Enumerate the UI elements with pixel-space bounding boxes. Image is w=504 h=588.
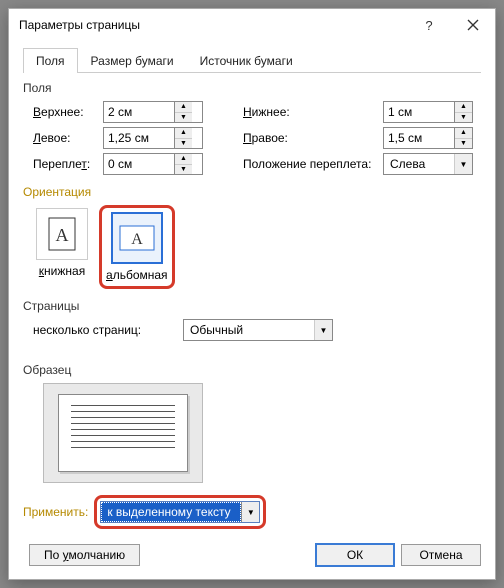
default-button[interactable]: По умолчанию	[29, 544, 140, 566]
group-margins-label: Поля	[23, 81, 481, 95]
ok-button[interactable]: ОК	[315, 543, 395, 567]
group-pages-label: Страницы	[23, 299, 481, 313]
tab-paper[interactable]: Размер бумаги	[78, 48, 187, 73]
right-margin-spinner[interactable]: ▲▼	[383, 127, 473, 149]
chevron-down-icon: ▼	[241, 502, 259, 522]
cancel-button[interactable]: Отмена	[401, 544, 481, 566]
spin-up-icon[interactable]: ▲	[455, 128, 472, 139]
gutter-spinner[interactable]: ▲▼	[103, 153, 203, 175]
orientation-portrait[interactable]: A книжная	[33, 205, 91, 281]
svg-text:A: A	[56, 225, 69, 245]
left-margin-spinner[interactable]: ▲▼	[103, 127, 203, 149]
portrait-icon: A	[48, 217, 76, 251]
spin-up-icon[interactable]: ▲	[175, 102, 192, 113]
gutter-position-value: Слева	[384, 157, 454, 171]
spin-down-icon[interactable]: ▼	[455, 113, 472, 123]
right-margin-input[interactable]	[384, 128, 454, 148]
tab-source[interactable]: Источник бумаги	[187, 48, 306, 73]
chevron-down-icon: ▼	[454, 154, 472, 174]
spin-down-icon[interactable]: ▼	[175, 113, 192, 123]
spin-up-icon[interactable]: ▲	[455, 102, 472, 113]
tab-strip: Поля Размер бумаги Источник бумаги	[23, 47, 481, 73]
page-setup-dialog: Параметры страницы ? Поля Размер бумаги …	[8, 8, 496, 580]
landscape-icon: A	[119, 225, 155, 251]
gutter-position-select[interactable]: Слева ▼	[383, 153, 473, 175]
spin-up-icon[interactable]: ▲	[175, 128, 192, 139]
help-button[interactable]: ?	[407, 9, 451, 41]
multiple-pages-label: несколько страниц:	[33, 323, 173, 337]
group-orientation-label: Ориентация	[23, 185, 481, 199]
chevron-down-icon: ▼	[314, 320, 332, 340]
multiple-pages-select[interactable]: Обычный ▼	[183, 319, 333, 341]
bottom-margin-label: Нижнее:	[243, 105, 383, 119]
gutter-label: Переплет:	[33, 157, 103, 171]
close-button[interactable]	[451, 9, 495, 41]
right-margin-label: Правое:	[243, 131, 383, 145]
preview-page-icon	[58, 394, 188, 472]
left-margin-input[interactable]	[104, 128, 174, 148]
svg-text:A: A	[131, 231, 143, 248]
titlebar: Параметры страницы ?	[9, 9, 495, 41]
gutter-input[interactable]	[104, 154, 174, 174]
left-margin-label: Левое:	[33, 131, 103, 145]
apply-to-value: к выделенному тексту	[101, 502, 241, 522]
spin-up-icon[interactable]: ▲	[175, 154, 192, 165]
preview-pane	[43, 383, 203, 483]
apply-to-label: Применить:	[23, 505, 88, 519]
multiple-pages-value: Обычный	[184, 323, 314, 337]
spin-down-icon[interactable]: ▼	[175, 165, 192, 175]
gutter-position-label: Положение переплета:	[243, 157, 383, 171]
bottom-margin-spinner[interactable]: ▲▼	[383, 101, 473, 123]
top-margin-input[interactable]	[104, 102, 174, 122]
tab-fields[interactable]: Поля	[23, 48, 78, 73]
orientation-landscape[interactable]: A альбомная	[99, 205, 175, 289]
orientation-portrait-label: книжная	[39, 264, 85, 278]
top-margin-label: Верхнее:	[33, 105, 103, 119]
top-margin-spinner[interactable]: ▲▼	[103, 101, 203, 123]
spin-down-icon[interactable]: ▼	[175, 139, 192, 149]
apply-to-select[interactable]: к выделенному тексту ▼	[100, 501, 260, 523]
close-icon	[467, 19, 479, 31]
orientation-landscape-label: альбомная	[106, 268, 168, 282]
group-preview-label: Образец	[23, 363, 481, 377]
dialog-title: Параметры страницы	[19, 18, 407, 32]
bottom-margin-input[interactable]	[384, 102, 454, 122]
spin-down-icon[interactable]: ▼	[455, 139, 472, 149]
